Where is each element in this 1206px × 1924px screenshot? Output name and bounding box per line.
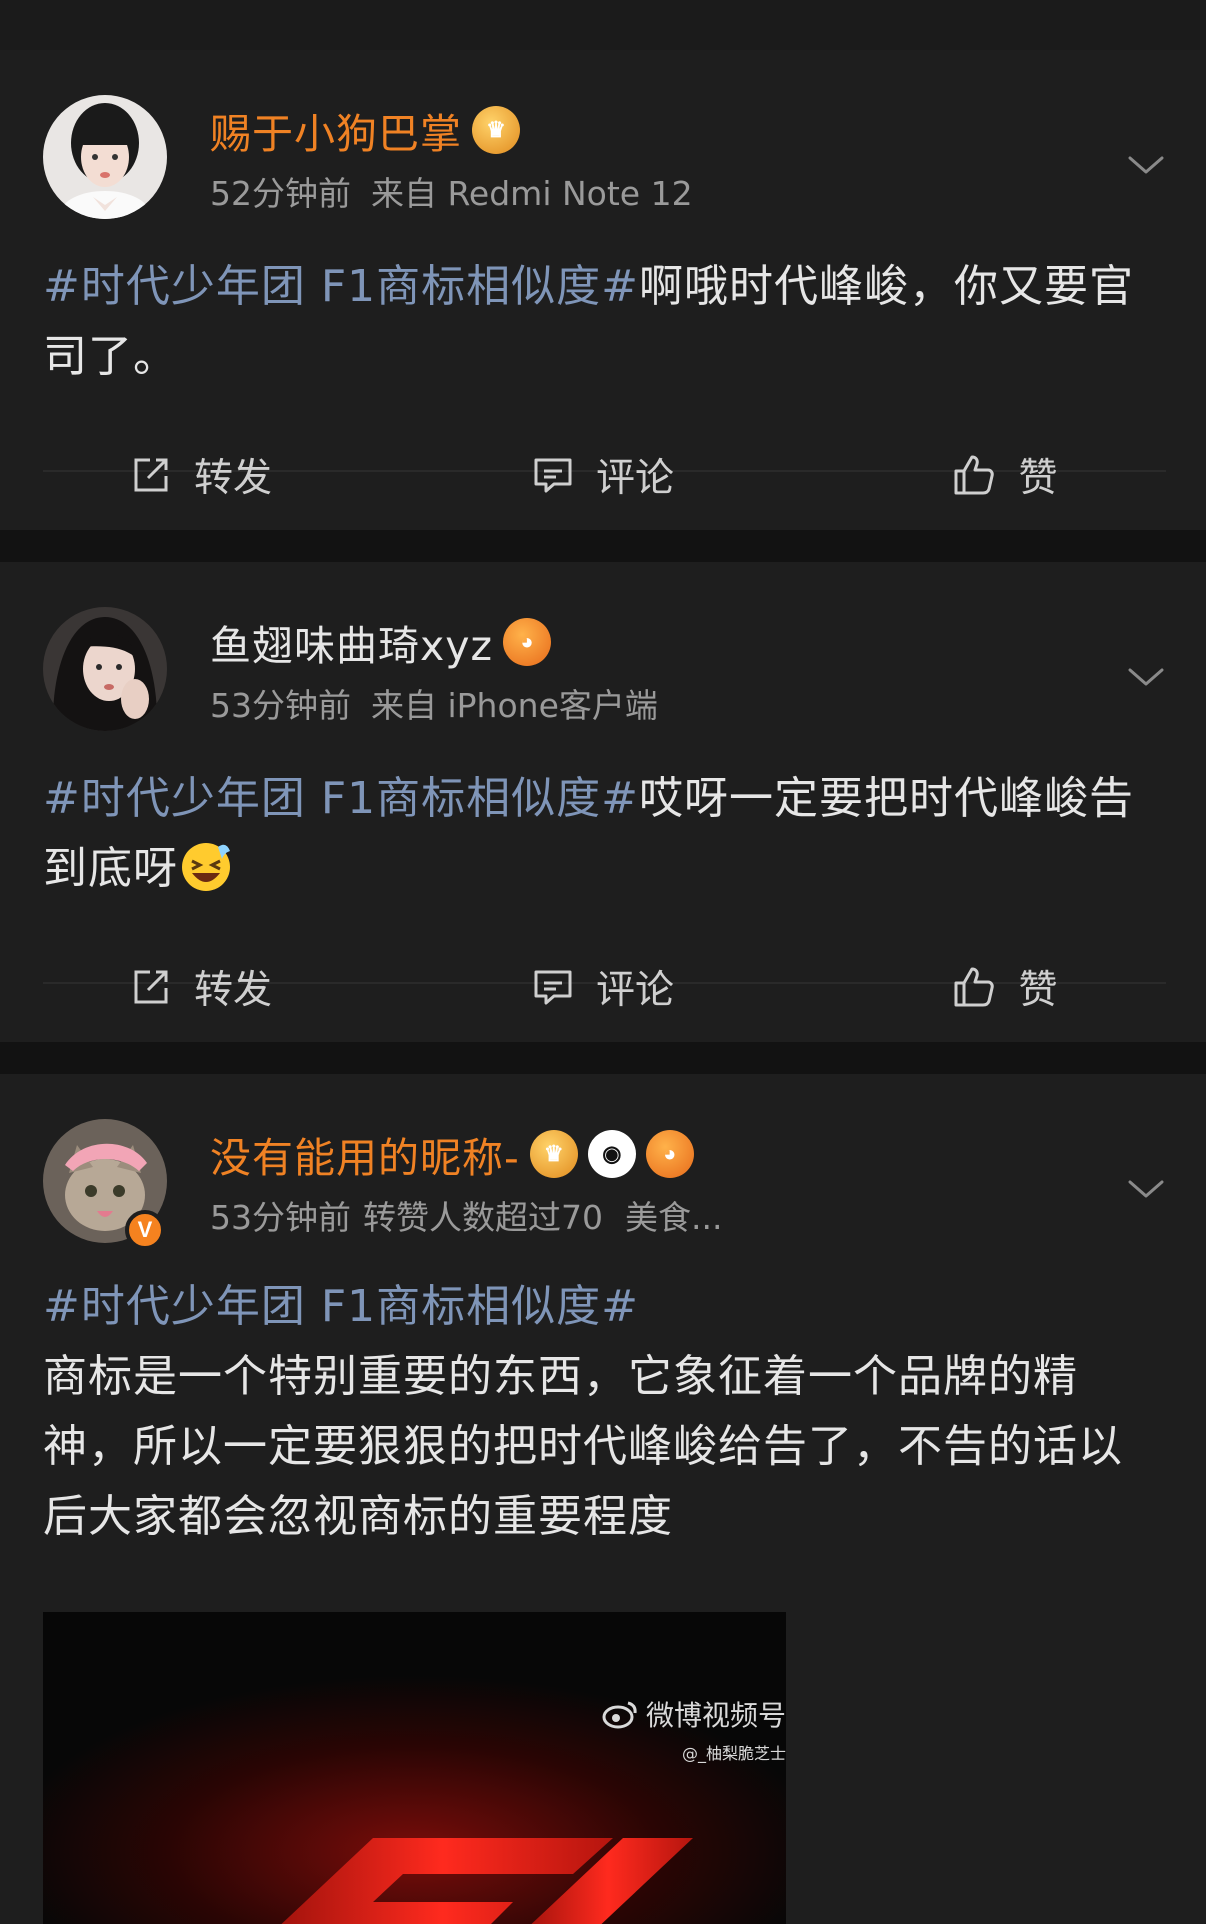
feed-post[interactable]: V 没有能用的昵称- ♛ ◉ ◕ 53分钟前 转赞人数超过70 美食... #时… [0, 1074, 1206, 1924]
username[interactable]: 鱼翅味曲琦xyz [210, 612, 493, 672]
repost-label: 转发 [193, 968, 272, 1013]
fish-badge-icon[interactable]: ◕ [645, 1130, 694, 1178]
post-meta: 52分钟前 来自 Redmi Note 12 [210, 168, 693, 214]
username[interactable]: 赐于小狗巴掌 [210, 100, 462, 160]
name-row: 赐于小狗巴掌 ♛ [210, 102, 520, 158]
repost-button[interactable]: 转发 [0, 425, 402, 525]
like-button[interactable]: 赞 [804, 937, 1206, 1037]
crown-badge-icon[interactable]: ♛ [529, 1130, 578, 1178]
panda-badge-icon[interactable]: ◉ [587, 1130, 636, 1178]
like-label: 赞 [1018, 456, 1058, 501]
comment-button[interactable]: 评论 [402, 425, 804, 525]
comment-icon [534, 970, 572, 1005]
watermark-text: 微博视频号 [645, 1699, 786, 1732]
post-source: 来自 Redmi Note 12 [371, 174, 693, 213]
chevron-down-icon[interactable] [1126, 1174, 1166, 1204]
watermark-handle: @_柚梨脆芝士 [681, 1744, 786, 1763]
post-source: 转赞人数超过70 [363, 1198, 603, 1237]
post-meta: 53分钟前 转赞人数超过70 美食... [210, 1192, 722, 1238]
avatar[interactable] [43, 607, 167, 731]
like-icon [954, 967, 995, 1007]
like-icon [954, 455, 995, 495]
f1-logo-image [43, 1612, 786, 1924]
post-time: 53分钟前 [210, 1198, 351, 1237]
hashtag-link[interactable]: #时代少年团 F1商标相似度# [43, 261, 639, 312]
comment-button[interactable]: 评论 [402, 937, 804, 1037]
post-time: 53分钟前 [210, 686, 351, 725]
watermark: 微博视频号 @_柚梨脆芝士 [602, 1694, 786, 1764]
comment-label: 评论 [595, 456, 674, 501]
verified-badge: V [125, 1210, 165, 1250]
action-bar: 转发 评论 赞 [0, 937, 1206, 1037]
post-time: 52分钟前 [210, 174, 351, 213]
laughing-emoji-icon [182, 843, 230, 891]
hashtag-link[interactable]: #时代少年团 F1商标相似度# [43, 1272, 1166, 1342]
name-row: 没有能用的昵称- ♛ ◉ ◕ [210, 1126, 694, 1182]
repost-button[interactable]: 转发 [0, 937, 402, 1037]
crown-badge-icon[interactable]: ♛ [472, 106, 520, 154]
top-strip [0, 0, 1206, 50]
feed-post[interactable]: 赐于小狗巴掌 ♛ 52分钟前 来自 Redmi Note 12 #时代少年团 F… [0, 50, 1206, 530]
fish-badge-icon[interactable]: ◕ [503, 618, 552, 666]
name-row: 鱼翅味曲琦xyz ◕ [210, 612, 552, 672]
comment-label: 评论 [595, 968, 674, 1013]
action-bar: 转发 评论 赞 [0, 425, 1206, 525]
chevron-down-icon[interactable] [1126, 662, 1166, 692]
username[interactable]: 没有能用的昵称- [210, 1124, 520, 1184]
hashtag-link[interactable]: #时代少年团 F1商标相似度# [43, 773, 639, 824]
video-thumbnail[interactable]: 微博视频号 @_柚梨脆芝士 [43, 1612, 786, 1924]
avatar[interactable] [43, 95, 167, 219]
post-text: 商标是一个特别重要的东西，它象征着一个品牌的精神，所以一定要狠狠的把时代峰峻给告… [43, 1351, 1123, 1542]
post-source: 来自 iPhone客户端 [371, 686, 658, 725]
post-content[interactable]: #时代少年团 F1商标相似度#哎呀一定要把时代峰峻告到底呀 [43, 764, 1166, 904]
post-content[interactable]: #时代少年团 F1商标相似度#啊哦时代峰峻，你又要官司了。 [43, 252, 1166, 392]
post-meta: 53分钟前 来自 iPhone客户端 [210, 680, 658, 726]
post-extra: 美食... [625, 1198, 723, 1237]
weibo-logo-icon [602, 1701, 637, 1729]
like-button[interactable]: 赞 [804, 425, 1206, 525]
chevron-down-icon[interactable] [1126, 150, 1166, 180]
post-content[interactable]: #时代少年团 F1商标相似度# 商标是一个特别重要的东西，它象征着一个品牌的精神，… [43, 1272, 1166, 1552]
feed-post[interactable]: 鱼翅味曲琦xyz ◕ 53分钟前 来自 iPhone客户端 #时代少年团 F1商… [0, 562, 1206, 1042]
repost-icon [134, 970, 168, 1004]
like-label: 赞 [1018, 968, 1058, 1013]
comment-icon [534, 458, 572, 493]
repost-label: 转发 [193, 456, 272, 501]
repost-icon [134, 458, 168, 492]
